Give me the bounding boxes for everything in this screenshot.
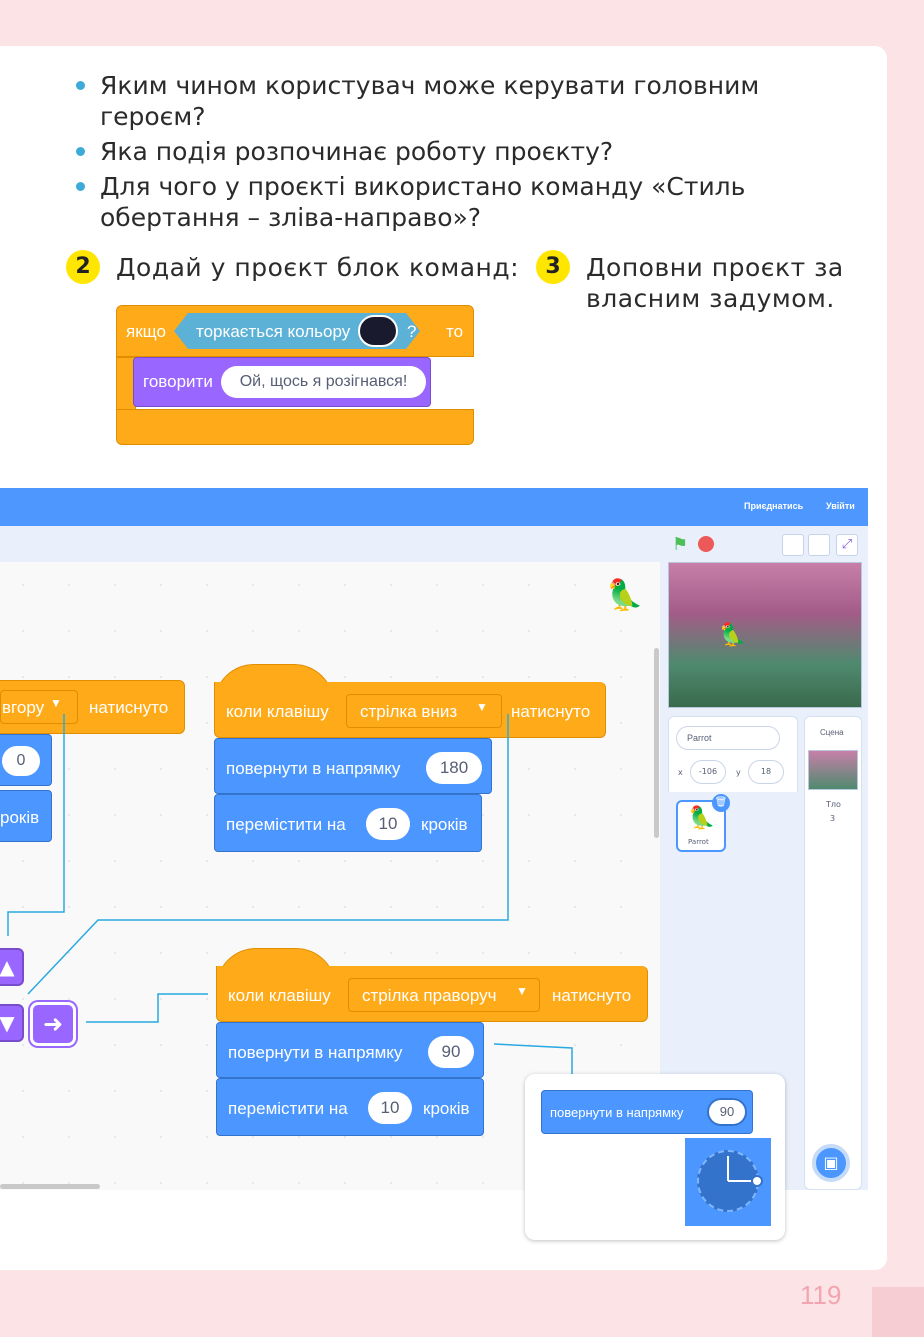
y-input[interactable]: 18 [748, 760, 784, 784]
question-2: Яка подія розпочинає роботу проєкту? [76, 136, 856, 167]
task-3-number: 3 [536, 250, 570, 284]
y-label: y [736, 768, 741, 777]
fullscreen-icon[interactable]: ⤢ [836, 534, 858, 556]
sensing-label: торкається кольору [196, 322, 351, 341]
dial-handle[interactable] [751, 1175, 763, 1187]
question-list: Яким чином користувач може керувати голо… [76, 70, 856, 237]
popup-turn-value[interactable]: 90 [707, 1098, 747, 1126]
if-label: якщо [126, 322, 166, 341]
stage-title: Сцена [820, 728, 844, 737]
stage-thumb[interactable] [808, 750, 858, 790]
question-1: Яким чином користувач може керувати голо… [76, 70, 856, 132]
large-stage-button[interactable] [808, 534, 830, 556]
add-backdrop-icon[interactable]: ▣ [812, 1144, 850, 1182]
question-mark: ? [407, 322, 417, 341]
stop-icon[interactable] [698, 536, 714, 552]
stage-preview[interactable]: 🦜 [668, 562, 862, 708]
x-input[interactable]: -106 [690, 760, 726, 784]
join-link[interactable]: Приєднатись [744, 501, 803, 511]
parrot-sprite-icon: 🦜 [719, 623, 747, 648]
sprite-thumb-label: Parrot [688, 838, 709, 846]
say-label: говорити [143, 372, 213, 391]
page-number: 119 [800, 1280, 842, 1310]
task-3-text: Доповни проєкт за власним задумом. [586, 253, 844, 313]
say-text: Ой, щось я розігнався! [221, 366, 426, 398]
backdrops-count: 3 [830, 814, 836, 823]
parrot-thumb-icon: 🦜 [688, 806, 716, 831]
task-2-number: 2 [66, 250, 100, 284]
then-label: то [446, 322, 464, 341]
small-stage-button[interactable] [782, 534, 804, 556]
color-swatch [358, 315, 398, 347]
direction-popup: повернути в напрямку 90 [525, 1074, 785, 1240]
login-link[interactable]: Увійти [826, 501, 855, 511]
popup-turn-label: повернути в напрямку [550, 1105, 684, 1120]
x-label: x [678, 768, 683, 777]
backdrops-label: Тло [826, 800, 841, 809]
task-2-text: Додай у проєкт блок команд: [116, 253, 520, 282]
question-3: Для чого у проєкті використано команду «… [76, 171, 856, 233]
green-flag-icon[interactable]: ⚑ [672, 534, 688, 555]
delete-sprite-icon[interactable]: 🗑 [712, 794, 730, 812]
sprite-name-input[interactable]: Parrot [676, 726, 780, 750]
page-corner [872, 1287, 924, 1337]
example-if-block: якщо торкається кольору ? то говорити Ой… [116, 305, 474, 445]
